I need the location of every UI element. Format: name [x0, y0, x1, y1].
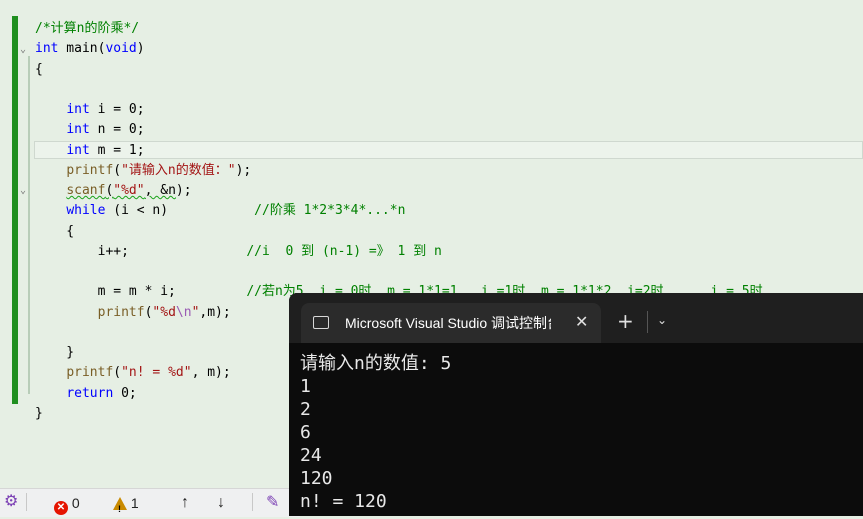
code-token: n = 0;	[89, 122, 145, 138]
code-line[interactable]: {	[35, 60, 43, 80]
code-token: }	[35, 405, 43, 421]
code-line[interactable]: int n = 0;	[35, 120, 145, 140]
code-token: printf	[66, 365, 114, 381]
code-token: scanf	[66, 183, 106, 198]
next-issue-down-arrow-icon[interactable]: ↓	[217, 493, 225, 513]
code-token: (i < n)	[105, 203, 255, 219]
code-line[interactable]: printf("n! = %d", m);	[35, 363, 231, 383]
code-token: //i 0 到 (n-1) =》 1 到 n	[246, 243, 442, 259]
error-icon: ✕	[54, 501, 68, 515]
intellicode-icon[interactable]: ⚙	[4, 492, 18, 512]
code-token: i++;	[35, 243, 247, 259]
indent-guide	[28, 56, 30, 394]
code-token: , m);	[191, 365, 231, 381]
status-bar: ⚙ ✕ 0 ! 1 ↑ ↓ ✎	[0, 488, 300, 517]
code-token: "%d"	[113, 183, 145, 198]
code-token: {	[35, 223, 75, 239]
console-output-line: 请输入n的数值: 5	[300, 353, 452, 374]
code-line[interactable]: scanf("%d", &n);	[35, 181, 192, 201]
console-output-line: 24	[300, 445, 322, 466]
console-tab-title: Microsoft Visual Studio 调试控制台	[345, 315, 551, 331]
code-token: return	[66, 385, 114, 401]
previous-issue-up-arrow-icon[interactable]: ↑	[181, 493, 189, 513]
code-token: 0;	[113, 385, 137, 401]
console-output-line: 2	[300, 399, 311, 420]
divider	[26, 493, 27, 511]
change-indicator-bar	[12, 16, 18, 404]
error-count-button[interactable]: ✕ 0	[54, 493, 80, 515]
terminal-icon	[313, 316, 329, 329]
code-line[interactable]: int i = 0;	[35, 100, 145, 120]
console-output: 请输入n的数值: 5 1 2 6 24 120 n! = 120	[300, 352, 451, 513]
code-token: )	[136, 41, 145, 57]
code-token: m = 1;	[89, 142, 145, 158]
console-output-line: 1	[300, 376, 311, 397]
console-output-line: n! = 120	[300, 491, 387, 512]
console-output-line: 6	[300, 422, 311, 443]
code-line[interactable]: /*计算n的阶乘*/	[35, 19, 139, 39]
code-line[interactable]: printf("请输入n的数值：");	[35, 161, 251, 181]
code-token: printf	[66, 162, 114, 178]
console-output-line: 120	[300, 468, 333, 489]
code-token: int	[66, 102, 90, 117]
code-line[interactable]: }	[35, 343, 74, 363]
code-line[interactable]: {	[35, 222, 74, 242]
code-token: {	[35, 61, 43, 77]
code-line[interactable]: }	[35, 404, 43, 424]
code-line[interactable]: while (i < n) //阶乘 1*2*3*4*...*n	[35, 201, 405, 221]
code-token: int	[66, 122, 90, 138]
warning-icon: !	[113, 497, 127, 514]
code-token: "%d	[152, 304, 176, 320]
warning-count: 1	[130, 495, 139, 511]
error-count: 0	[71, 495, 80, 511]
code-token: while	[66, 203, 106, 219]
fold-chevron-icon[interactable]: ⌄	[20, 45, 26, 55]
code-token: "请输入n的数值："	[121, 162, 236, 178]
code-token: //阶乘 1*2*3*4*...*n	[254, 203, 406, 219]
code-token: ,m);	[199, 304, 231, 320]
code-token: }	[35, 345, 75, 360]
code-token: "n! = %d"	[121, 365, 192, 381]
warning-count-button[interactable]: ! 1	[113, 493, 139, 514]
new-tab-plus-icon[interactable]: +	[617, 311, 634, 331]
code-token: );	[175, 183, 192, 198]
console-tab[interactable]: Microsoft Visual Studio 调试控制台 ✕	[301, 303, 601, 343]
code-token: (	[113, 162, 122, 178]
current-line-highlight	[34, 141, 863, 159]
code-token: /*计算n的阶乘*/	[35, 21, 140, 36]
code-token: \n	[175, 304, 192, 320]
code-token: void	[105, 41, 137, 57]
close-tab-icon[interactable]: ✕	[575, 312, 588, 331]
code-token: main(	[58, 41, 106, 57]
code-line[interactable]: int main(void)	[35, 39, 145, 59]
code-token: );	[235, 162, 252, 178]
code-line[interactable]: i++; //i 0 到 (n-1) =》 1 到 n	[35, 242, 442, 262]
code-token: printf	[97, 304, 145, 320]
debug-console-window[interactable]: Microsoft Visual Studio 调试控制台 ✕ + ⌄ 请输入n…	[289, 293, 863, 516]
code-line[interactable]: return 0;	[35, 384, 137, 404]
fold-chevron-icon[interactable]: ⌄	[20, 186, 26, 196]
code-token: (	[113, 365, 122, 381]
code-line[interactable]: printf("%d\n",m);	[35, 303, 231, 323]
code-token: int	[66, 142, 90, 158]
code-line[interactable]: int m = 1;	[35, 141, 145, 161]
code-token: , &n	[144, 183, 176, 198]
code-token: int	[35, 41, 59, 57]
chevron-down-icon[interactable]: ⌄	[657, 313, 667, 327]
code-token: m = m * i;	[35, 284, 247, 300]
code-token: i = 0;	[89, 102, 145, 117]
divider	[252, 493, 253, 511]
code-cleanup-brush-icon[interactable]: ✎	[266, 493, 279, 513]
console-tab-bar: Microsoft Visual Studio 调试控制台 ✕ + ⌄	[289, 293, 863, 343]
divider	[647, 311, 648, 333]
